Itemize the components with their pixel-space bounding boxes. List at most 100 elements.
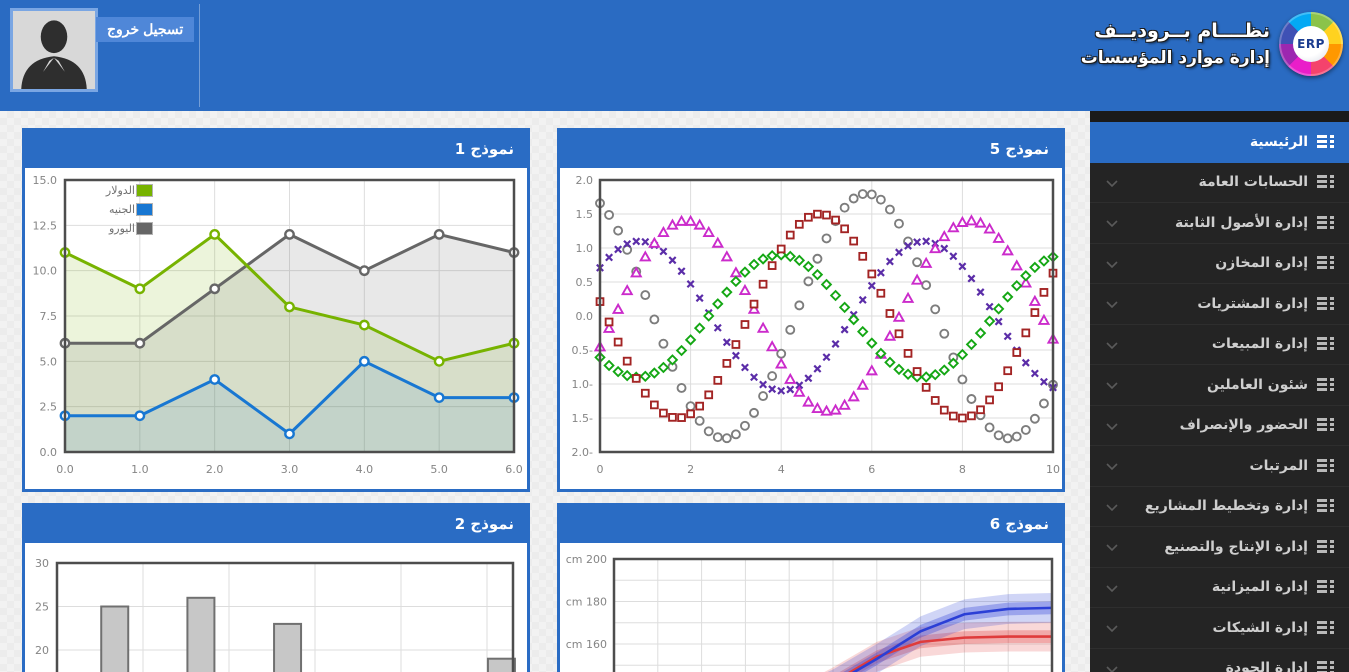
- erp-logo-text: ERP: [1293, 26, 1329, 62]
- sidebar-item-1[interactable]: الحسابات العامة: [1090, 163, 1349, 204]
- svg-text:0.5: 0.5: [576, 276, 594, 289]
- svg-text:4: 4: [778, 463, 785, 476]
- sidebar-item-11[interactable]: إدارة الميزانية: [1090, 568, 1349, 609]
- svg-text:1.5: 1.5: [576, 208, 594, 221]
- svg-text:30: 30: [35, 557, 49, 570]
- svg-text:2.0: 2.0: [576, 174, 594, 187]
- erp-logo-icon: ERP: [1279, 12, 1343, 76]
- chevron-down-icon: [1106, 382, 1118, 389]
- brand: نظــــام بــروديــف إدارة موارد المؤسسات…: [1081, 12, 1343, 76]
- sidebar-item-0[interactable]: الرئيسية: [1090, 122, 1349, 163]
- chevron-down-icon: [1106, 666, 1118, 672]
- scatter-series-triangle: [595, 216, 1057, 415]
- sidebar-item-10[interactable]: إدارة الإنتاج والتصنيع: [1090, 527, 1349, 568]
- chevron-down-icon: [1106, 625, 1118, 632]
- svg-text:2.0: 2.0: [206, 463, 224, 476]
- chevron-down-icon: [1106, 544, 1118, 551]
- sidebar-item-label: إدارة الشيكات: [1213, 620, 1308, 636]
- chevron-down-icon: [1106, 342, 1118, 349]
- legend-row: الجنيه: [71, 203, 153, 216]
- chevron-down-icon: [1106, 301, 1118, 308]
- list-icon: [1317, 580, 1334, 594]
- sidebar-item-3[interactable]: إدارة المخازن: [1090, 244, 1349, 285]
- sidebar-item-9[interactable]: إدارة وتخطيط المشاريع: [1090, 487, 1349, 528]
- list-icon: [1317, 499, 1334, 513]
- sidebar-item-label: إدارة المشتريات: [1197, 296, 1308, 312]
- chevron-down-icon: [1106, 261, 1118, 268]
- brand-line2: إدارة موارد المؤسسات: [1081, 45, 1270, 71]
- sidebar-item-label: إدارة الميزانية: [1212, 579, 1308, 595]
- svg-text:0: 0: [597, 463, 604, 476]
- sidebar-item-label: الرئيسية: [1250, 134, 1308, 150]
- list-icon: [1317, 378, 1334, 392]
- list-icon: [1317, 459, 1334, 473]
- sidebar-item-2[interactable]: إدارة الأصول الثابتة: [1090, 203, 1349, 244]
- legend-row: الدولار: [71, 184, 153, 197]
- panel-model-6-title: نموذج 6: [560, 506, 1062, 543]
- sidebar-item-12[interactable]: إدارة الشيكات: [1090, 608, 1349, 649]
- list-icon: [1317, 216, 1334, 230]
- sidebar-item-4[interactable]: إدارة المشتريات: [1090, 284, 1349, 325]
- svg-text:0.0: 0.0: [56, 463, 74, 476]
- svg-text:cm 180: cm 180: [566, 596, 607, 609]
- svg-text:10: 10: [1046, 463, 1060, 476]
- sidebar-item-13[interactable]: إدارة الجودة: [1090, 649, 1349, 672]
- svg-text:2.5: 2.5: [40, 401, 58, 414]
- panel-model-5-title: نموذج 5: [560, 131, 1062, 168]
- svg-text:1.5-: 1.5-: [572, 412, 593, 425]
- svg-text:6.0: 6.0: [505, 463, 523, 476]
- sidebar-item-label: إدارة الأصول الثابتة: [1175, 215, 1308, 231]
- logout-button[interactable]: تسجيل خروج: [96, 17, 194, 42]
- sidebar-item-label: إدارة الإنتاج والتصنيع: [1164, 539, 1308, 555]
- svg-text:4.0: 4.0: [356, 463, 374, 476]
- sidebar-item-label: الحضور والإنصراف: [1180, 417, 1308, 433]
- svg-text:10.0: 10.0: [33, 265, 58, 278]
- svg-text:2.0-: 2.0-: [572, 446, 593, 459]
- sidebar-item-label: إدارة وتخطيط المشاريع: [1145, 498, 1308, 514]
- sidebar-item-label: إدارة الجودة: [1226, 660, 1308, 672]
- app-header: تسجيل خروج نظــــام بــروديــف إدارة موا…: [0, 0, 1349, 111]
- svg-text:20: 20: [35, 644, 49, 657]
- list-icon: [1317, 621, 1334, 635]
- chevron-down-icon: [1106, 463, 1118, 470]
- main-content: نموذج 1 0.02.55.07.510.012.515.00.01.02.…: [0, 111, 1090, 672]
- svg-text:cm 200: cm 200: [566, 553, 607, 566]
- user-avatar[interactable]: [10, 8, 98, 92]
- person-icon: [13, 11, 95, 89]
- chevron-down-icon: [1106, 504, 1118, 511]
- svg-text:7.5: 7.5: [40, 310, 58, 323]
- svg-text:8: 8: [959, 463, 966, 476]
- sidebar-item-8[interactable]: المرتبات: [1090, 446, 1349, 487]
- sidebar-item-5[interactable]: إدارة المبيعات: [1090, 325, 1349, 366]
- sidebar-item-label: المرتبات: [1250, 458, 1308, 474]
- brand-title: نظــــام بــروديــف إدارة موارد المؤسسات: [1081, 17, 1270, 71]
- svg-text:2: 2: [687, 463, 694, 476]
- svg-text:25: 25: [35, 601, 49, 614]
- list-icon: [1317, 661, 1334, 672]
- svg-text:12.5: 12.5: [33, 219, 58, 232]
- panel-model-1-title: نموذج 1: [25, 131, 527, 168]
- sidebar-item-7[interactable]: الحضور والإنصراف: [1090, 406, 1349, 447]
- sidebar-item-label: إدارة المخازن: [1215, 255, 1308, 271]
- list-icon: [1317, 297, 1334, 311]
- legend-row: اليورو: [71, 222, 153, 235]
- chart-model-5: 2.01.51.00.50.00.5-1.0-1.5-2.0-0246810: [560, 168, 1062, 489]
- chart-model-2: 302520151050: [25, 543, 527, 672]
- svg-text:cm 160: cm 160: [566, 638, 607, 651]
- list-icon: [1317, 135, 1334, 149]
- svg-text:6: 6: [868, 463, 875, 476]
- chart-model-6: cm 200 cm 180 cm 160: [560, 543, 1062, 672]
- panel-model-2: نموذج 2 302520151050: [22, 503, 530, 672]
- sidebar-item-label: الحسابات العامة: [1199, 174, 1308, 190]
- sidebar-item-6[interactable]: شئون العاملين: [1090, 365, 1349, 406]
- sidebar-top-strip: [1090, 111, 1349, 122]
- svg-text:1.0-: 1.0-: [572, 378, 593, 391]
- svg-text:15.0: 15.0: [33, 174, 58, 187]
- panel-model-2-title: نموذج 2: [25, 506, 527, 543]
- sidebar-item-label: إدارة المبيعات: [1212, 336, 1308, 352]
- chevron-down-icon: [1106, 423, 1118, 430]
- panel-model-5: نموذج 5 2.01.51.00.50.00.5-1.0-1.5-2.0-0…: [557, 128, 1065, 492]
- list-icon: [1317, 418, 1334, 432]
- panel-model-6: نموذج 6 cm 200 cm 180 cm 160: [557, 503, 1065, 672]
- svg-text:0.0: 0.0: [40, 446, 58, 459]
